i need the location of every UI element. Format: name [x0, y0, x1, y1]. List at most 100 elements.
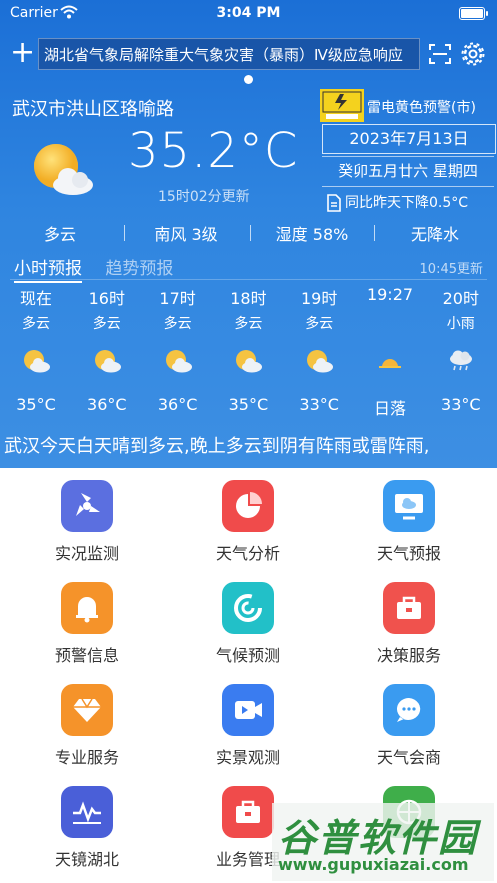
menu-item[interactable]: 实景观测	[178, 684, 318, 768]
hourly-item: 18时多云 35°C	[213, 285, 283, 414]
alert-label[interactable]: 雷电黄色预警(市)	[367, 97, 476, 117]
watermark-title: 谷普软件园	[278, 816, 479, 860]
location-label[interactable]: 武汉市洪山区珞喻路	[12, 95, 174, 121]
weather-header: Carrier 3:04 PM + 湖北省气象局解除重大气象灾害（暴雨）Ⅳ级应急…	[0, 0, 497, 468]
partly-cloudy-icon	[143, 341, 213, 381]
summary-divider	[250, 225, 251, 241]
current-update-time: 15时02分更新	[158, 189, 250, 205]
partly-cloudy-icon	[72, 341, 142, 381]
bell-icon	[61, 582, 113, 634]
scan-icon[interactable]	[428, 42, 452, 66]
hourly-item: 16时多云 36°C	[72, 285, 142, 414]
alert-ticker[interactable]: 湖北省气象局解除重大气象灾害（暴雨）Ⅳ级应急响应	[38, 38, 420, 70]
hourly-item: 19时多云 33°C	[284, 285, 354, 414]
forecast-marquee: 武汉今天白天晴到多云,晚上多云到阴有阵雨或雷阵雨,	[4, 436, 430, 457]
menu-item-label: 天气预报	[376, 544, 441, 563]
hourly-desc: 多云	[305, 316, 334, 332]
hourly-desc: 多云	[92, 316, 121, 332]
hourly-item: 20时 小雨 33°C	[426, 285, 496, 414]
hourly-time: 19:27	[366, 285, 414, 304]
menu-item-label: 天镜湖北	[54, 850, 119, 869]
battery-icon	[459, 7, 488, 20]
forecast-tabs: 小时预报 趋势预报	[14, 254, 191, 283]
status-time: 3:04 PM	[216, 5, 281, 21]
lunar-date: 癸卯五月廿六 星期四	[338, 162, 478, 180]
hourly-time: 19时	[301, 289, 338, 308]
summary-humidity: 湿度 58%	[275, 225, 349, 244]
video-icon	[222, 684, 274, 736]
hourly-desc	[355, 313, 425, 335]
current-temperature: 35.2°C	[128, 123, 299, 179]
menu-item[interactable]: 实况监测	[17, 480, 157, 564]
menu-item-label: 实况监测	[54, 544, 119, 563]
hourly-time: 17时	[159, 289, 196, 308]
temperature-compare: 同比昨天下降0.5°C	[326, 192, 468, 212]
hourly-value: 36°C	[87, 395, 127, 414]
hourly-item: 现在 多云 35°C	[1, 285, 71, 414]
partly-cloudy-icon	[284, 341, 354, 381]
summary-divider	[124, 225, 125, 241]
menu-item[interactable]: 预警信息	[17, 582, 157, 666]
sunset-icon	[355, 341, 425, 381]
summary-condition: 多云	[43, 225, 76, 244]
menu-item-label: 实景观测	[215, 748, 280, 767]
chat-icon	[383, 684, 435, 736]
hourly-value: 36°C	[157, 395, 198, 414]
hourly-time: 16时	[88, 289, 125, 308]
menu-item-label: 决策服务	[376, 646, 441, 665]
partly-cloudy-icon	[213, 341, 283, 381]
current-summary: 多云 南风 3级 湿度 58% 无降水	[0, 221, 497, 245]
watermark-url: www.gupuxiazai.com	[278, 855, 469, 874]
hourly-value: 33°C	[299, 395, 339, 414]
menu-item-label: 专业服务	[54, 748, 119, 767]
tabs-divider	[10, 279, 487, 280]
summary-divider	[374, 225, 375, 241]
hourly-value: 日落	[373, 399, 406, 418]
toolbox-icon	[222, 786, 274, 838]
add-city-button[interactable]: +	[10, 38, 35, 68]
hourly-time: 20时	[442, 289, 479, 308]
compare-text: 同比昨天下降0.5°C	[345, 195, 469, 211]
monitor-fan-icon	[61, 480, 113, 532]
climate-c-icon	[222, 582, 274, 634]
hourly-desc: 小雨	[446, 316, 475, 332]
watermark: 谷普软件园 www.gupuxiazai.com	[272, 803, 494, 881]
menu-item[interactable]: 天气会商	[339, 684, 479, 768]
hourly-desc: 多云	[22, 316, 50, 332]
wave-icon	[61, 786, 113, 838]
pie-chart-icon	[222, 480, 274, 532]
summary-wind: 南风 3级	[154, 225, 218, 244]
status-bar: Carrier 3:04 PM	[0, 0, 497, 28]
date-divider	[322, 156, 494, 157]
forecast-screen-icon	[383, 480, 435, 532]
tab-trend[interactable]: 趋势预报	[105, 259, 173, 279]
document-icon	[327, 194, 341, 212]
menu-item-label: 天气会商	[376, 748, 441, 767]
hourly-desc: 多云	[234, 316, 263, 332]
settings-gear-icon[interactable]	[460, 41, 486, 67]
hourly-desc: 多云	[163, 316, 192, 332]
menu-item[interactable]: 气候预测	[178, 582, 318, 666]
partly-cloudy-icon	[1, 341, 71, 381]
menu-item[interactable]: 专业服务	[17, 684, 157, 768]
date-divider	[322, 186, 494, 187]
summary-rain: 无降水	[410, 225, 459, 244]
page-indicator-dot	[244, 75, 253, 84]
menu-item-label: 天气分析	[215, 544, 280, 563]
hourly-item: 17时多云 36°C	[143, 285, 213, 414]
light-rain-icon	[426, 341, 496, 381]
hourly-time: 18时	[230, 289, 267, 308]
cloudy-sun-icon	[34, 144, 93, 195]
menu-item[interactable]: 天气分析	[178, 480, 318, 564]
forecast-update-time: 10:45更新	[419, 262, 483, 277]
menu-item[interactable]: 天气预报	[339, 480, 479, 564]
solar-date: 2023年7月13日	[322, 124, 496, 154]
briefcase-icon	[383, 582, 435, 634]
hourly-value: 35°C	[16, 395, 56, 414]
menu-item[interactable]: 天镜湖北	[17, 786, 157, 870]
menu-item[interactable]: 决策服务	[339, 582, 479, 666]
menu-item-label: 气候预测	[215, 646, 280, 665]
hourly-value: 35°C	[228, 395, 269, 414]
diamond-icon	[61, 684, 113, 736]
thunder-warning-icon[interactable]	[320, 89, 364, 122]
